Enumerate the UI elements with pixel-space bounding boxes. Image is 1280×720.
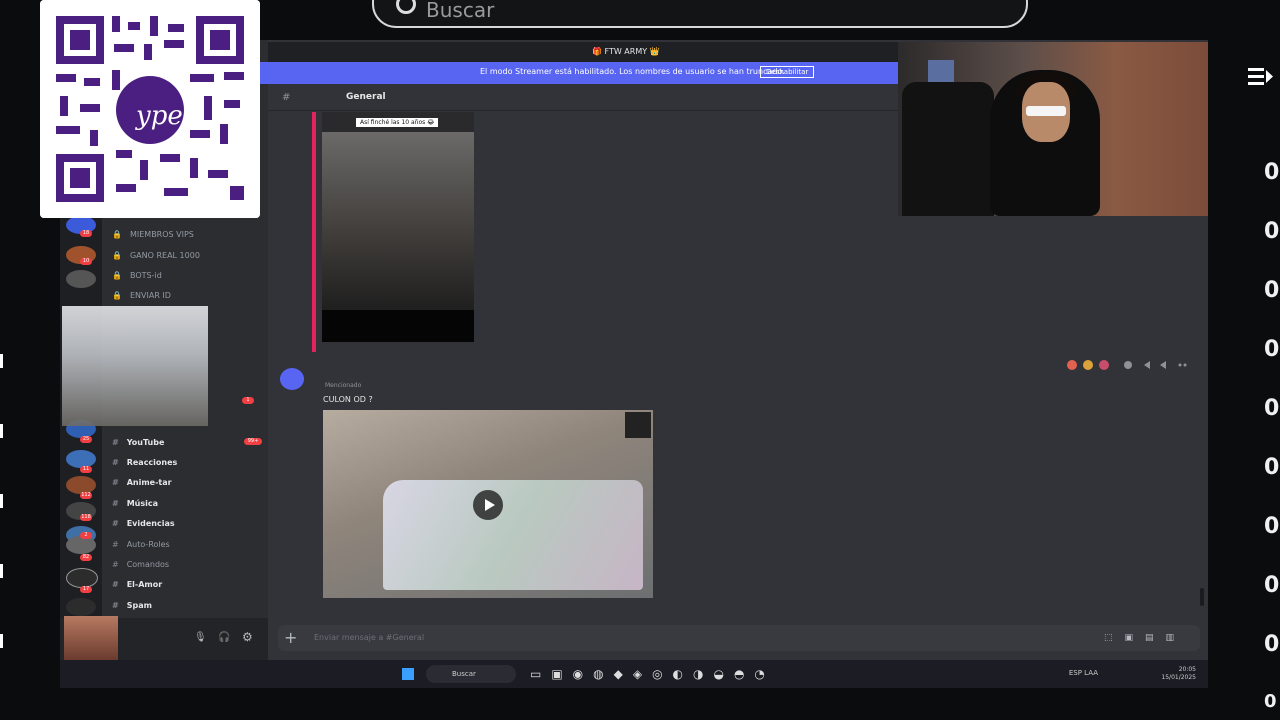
channel-item[interactable]: 🔒 ENVIAR ID bbox=[112, 291, 171, 300]
windows-taskbar: Buscar ▭▣◉◍◆◈◎◐◑◒◓◔ 20:05 15/01/2025 ESP … bbox=[60, 660, 1208, 688]
channel-item[interactable]: 🔒 BOTS-id bbox=[112, 271, 162, 280]
disable-streamer-button[interactable]: Deshabilitar bbox=[760, 66, 815, 78]
server-icon[interactable] bbox=[66, 450, 96, 468]
counter-value: 0 bbox=[1264, 337, 1280, 362]
channel-item[interactable]: # Reacciones bbox=[112, 458, 177, 467]
counter-value: 0 bbox=[1264, 514, 1280, 539]
message-actions[interactable] bbox=[1064, 358, 1190, 372]
svg-text:ype: ype bbox=[135, 101, 183, 131]
message-composer[interactable]: + Enviar mensaje a #General ⬚▣▤▥ bbox=[278, 625, 1200, 651]
reply-mention: Mencionado bbox=[325, 382, 362, 389]
server-badge: 10 bbox=[80, 258, 92, 265]
server-icon[interactable] bbox=[66, 568, 98, 588]
channel-item[interactable]: # Spam bbox=[112, 601, 152, 610]
menu-icon[interactable] bbox=[1246, 64, 1274, 88]
server-badge: 18 bbox=[80, 230, 92, 237]
taskbar-clock[interactable]: 20:05 15/01/2025 bbox=[1161, 666, 1196, 682]
channel-badge: 1 bbox=[242, 397, 254, 404]
headphones-icon[interactable]: 🎧 bbox=[218, 632, 230, 643]
counter-value: 0 bbox=[1264, 396, 1280, 421]
plus-icon[interactable]: + bbox=[284, 628, 297, 647]
streamer-webcam bbox=[898, 42, 1208, 216]
mic-icon[interactable]: 🎙 bbox=[194, 632, 207, 643]
viewer-counter-column: 0 0 0 0 0 0 0 0 0 0 bbox=[1232, 40, 1280, 720]
gear-icon[interactable]: ⚙ bbox=[242, 630, 253, 644]
channel-item[interactable]: 🔒 GANO REAL 1000 bbox=[112, 251, 200, 260]
server-icon[interactable] bbox=[66, 536, 96, 554]
server-title-bar: 🎁 FTW ARMY 👑 bbox=[260, 42, 900, 62]
composer-tools[interactable]: ⬚▣▤▥ bbox=[1104, 633, 1186, 643]
channel-hash-icon: # bbox=[282, 92, 291, 103]
counter-value: 0 bbox=[1264, 278, 1280, 303]
server-badge: 118 bbox=[80, 514, 92, 521]
overlay-webcam-small bbox=[62, 306, 208, 426]
counter-value: 0 bbox=[1264, 632, 1280, 657]
server-badge: 82 bbox=[80, 554, 92, 561]
channel-item[interactable]: # Música bbox=[112, 499, 158, 508]
windows-icon[interactable] bbox=[402, 668, 414, 680]
channel-item[interactable]: # Auto-Roles bbox=[112, 540, 170, 549]
channel-item[interactable]: 🔒 MIEMBROS VIPS bbox=[112, 230, 194, 239]
outer-search-placeholder: Buscar bbox=[426, 0, 495, 22]
taskbar-search[interactable]: Buscar bbox=[426, 665, 516, 683]
composer-placeholder: Enviar mensaje a #General bbox=[314, 633, 425, 642]
play-icon[interactable] bbox=[473, 490, 503, 520]
streamer-mode-banner: El modo Streamer está habilitado. Los no… bbox=[260, 62, 900, 84]
counter-value: 0 bbox=[1264, 160, 1280, 185]
mention-highlight bbox=[312, 112, 316, 352]
banner-message: El modo Streamer está habilitado. Los no… bbox=[480, 67, 785, 76]
server-badge: 17 bbox=[80, 586, 92, 593]
video-frame bbox=[322, 132, 474, 310]
video-attachment[interactable]: Así finché las 10 años 😂 bbox=[322, 112, 474, 342]
channel-header: # General bbox=[268, 86, 898, 111]
gif-icon: ▣ bbox=[1124, 633, 1145, 643]
channel-item[interactable]: # El-Amor bbox=[112, 580, 162, 589]
channel-item[interactable]: # Evidencias bbox=[112, 519, 175, 528]
channel-item-youtube[interactable]: # YouTube bbox=[112, 438, 164, 447]
channel-badge: 99+ bbox=[244, 438, 262, 445]
server-badge: 11 bbox=[80, 466, 92, 473]
server-badge: 25 bbox=[80, 436, 92, 443]
server-icon[interactable] bbox=[66, 270, 96, 288]
counter-value: 0 bbox=[1264, 691, 1277, 712]
sticker-icon: ▤ bbox=[1144, 633, 1166, 643]
server-badge: 112 bbox=[80, 492, 92, 499]
channel-item[interactable]: # Anime-tar bbox=[112, 478, 172, 487]
channel-item[interactable]: # Comandos bbox=[112, 560, 169, 569]
taskbar-apps[interactable]: ▭▣◉◍◆◈◎◐◑◒◓◔ bbox=[530, 667, 775, 681]
server-badge: 2 bbox=[80, 532, 92, 539]
server-title: 🎁 FTW ARMY 👑 bbox=[592, 47, 660, 56]
left-edge-indicators bbox=[0, 340, 6, 660]
gift-icon: ⬚ bbox=[1103, 633, 1125, 643]
outer-search-bar[interactable]: Buscar bbox=[372, 0, 1028, 28]
taskbar-lang[interactable]: ESP LAA bbox=[1069, 669, 1098, 677]
message-text: CULON OD ? bbox=[323, 395, 373, 404]
qr-code: ype bbox=[40, 0, 260, 218]
counter-value: 0 bbox=[1264, 219, 1280, 244]
search-icon bbox=[396, 0, 416, 14]
download-icon[interactable] bbox=[625, 412, 651, 438]
channel-name: General bbox=[346, 92, 386, 102]
video-attachment[interactable] bbox=[323, 410, 653, 598]
emoji-icon: ▥ bbox=[1165, 633, 1186, 643]
server-icon[interactable] bbox=[66, 598, 96, 616]
counter-value: 0 bbox=[1264, 455, 1280, 480]
video-caption: Así finché las 10 años 😂 bbox=[356, 118, 439, 127]
chat-scrollbar[interactable] bbox=[1200, 588, 1204, 606]
discord-icon[interactable] bbox=[280, 368, 304, 390]
avatar bbox=[64, 616, 118, 660]
counter-value: 0 bbox=[1264, 573, 1280, 598]
